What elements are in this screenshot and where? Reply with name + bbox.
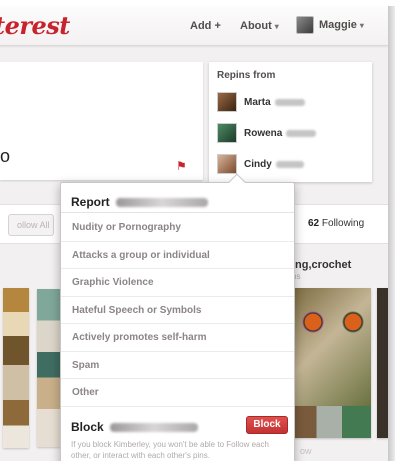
report-option-hate-speech[interactable]: Hateful Speech or Symbols bbox=[61, 297, 294, 324]
user-name: Maggie bbox=[319, 19, 357, 31]
chevron-down-icon: ▾ bbox=[274, 22, 279, 31]
screenshot-frame: terest Add + About ▾ Maggie ▾ ⚑ o Repins f… bbox=[0, 0, 403, 470]
pin-detail-panel: ⚑ bbox=[0, 62, 203, 180]
redacted-text bbox=[274, 98, 305, 106]
report-menu-title: Report bbox=[61, 183, 294, 213]
nav-add-label: Add bbox=[190, 20, 212, 32]
redacted-text bbox=[275, 160, 304, 168]
block-description: If you block Kimberley, you won't be abl… bbox=[71, 440, 269, 460]
user-avatar bbox=[296, 16, 314, 34]
top-header: terest Add + About ▾ Maggie ▾ bbox=[0, 6, 388, 46]
redacted-text bbox=[286, 129, 317, 137]
nav-user-menu[interactable]: Maggie ▾ bbox=[296, 16, 364, 34]
report-option-spam[interactable]: Spam bbox=[61, 352, 294, 379]
redacted-name bbox=[115, 197, 208, 207]
report-option-self-harm[interactable]: Actively promotes self-harm bbox=[61, 324, 294, 352]
avatar bbox=[217, 92, 237, 112]
following-count[interactable]: 62 Following bbox=[308, 218, 364, 229]
repins-title: Repins from bbox=[217, 70, 276, 81]
report-option-violence[interactable]: Graphic Violence bbox=[61, 269, 294, 297]
report-option-nudity[interactable]: Nudity or Pornography bbox=[61, 214, 294, 242]
avatar bbox=[217, 154, 237, 174]
board-cover-image[interactable] bbox=[291, 288, 371, 406]
nav-about-label: About bbox=[240, 20, 272, 32]
report-menu: Report Nudity or Pornography Attacks a g… bbox=[60, 173, 295, 461]
repin-name: Marta bbox=[244, 96, 271, 108]
repin-person[interactable]: Marta bbox=[217, 92, 305, 112]
board-thumbnail[interactable] bbox=[3, 288, 29, 448]
chevron-down-icon: ▾ bbox=[359, 20, 364, 30]
nav-add[interactable]: Add + bbox=[190, 20, 221, 32]
redacted-name bbox=[109, 422, 198, 432]
following-label: Following bbox=[321, 218, 365, 229]
repin-name: Cindy bbox=[244, 158, 272, 170]
pin-description-fragment: o bbox=[0, 146, 11, 166]
block-button[interactable]: Block bbox=[246, 416, 288, 434]
board-thumbnail[interactable] bbox=[291, 406, 371, 438]
board-title[interactable]: ing,crochet bbox=[292, 259, 351, 271]
flag-icon[interactable]: ⚑ bbox=[176, 159, 187, 173]
frame-edge bbox=[388, 6, 395, 461]
board-thumbnail[interactable] bbox=[377, 288, 388, 438]
repin-name: Rowena bbox=[244, 127, 283, 139]
pinterest-logo[interactable]: terest bbox=[0, 11, 70, 40]
follow-all-button[interactable]: ollow All bbox=[8, 214, 54, 236]
pinterest-app: terest Add + About ▾ Maggie ▾ ⚑ o Repins f… bbox=[0, 6, 388, 461]
plus-icon: + bbox=[214, 20, 221, 32]
repin-person[interactable]: Rowena bbox=[217, 123, 317, 143]
nav-about[interactable]: About ▾ bbox=[240, 20, 279, 32]
report-option-other[interactable]: Other bbox=[61, 379, 294, 407]
repin-person[interactable]: Cindy bbox=[217, 154, 304, 174]
report-option-attacks[interactable]: Attacks a group or individual bbox=[61, 242, 294, 269]
board-follow-button[interactable]: ow bbox=[300, 446, 312, 456]
following-number: 62 bbox=[308, 218, 320, 229]
avatar bbox=[217, 123, 237, 143]
repins-box: Repins from Marta Rowena Cindy bbox=[209, 62, 372, 182]
block-row: Block Block bbox=[61, 411, 294, 434]
report-title-label: Report bbox=[71, 195, 110, 209]
block-title-label: Block bbox=[71, 420, 104, 434]
